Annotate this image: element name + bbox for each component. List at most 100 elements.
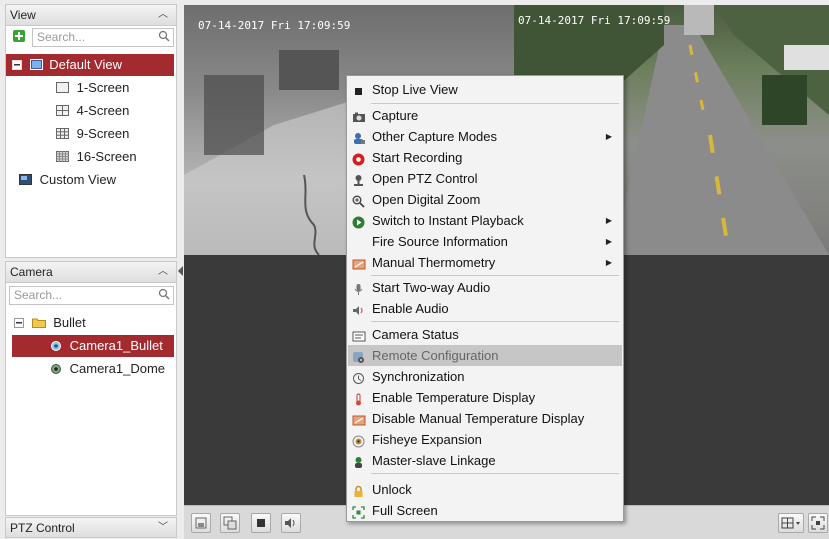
search-icon[interactable]: [158, 30, 170, 42]
temp-display-icon: [352, 412, 366, 426]
menu-item-stop-live-view[interactable]: Stop Live View: [348, 79, 622, 100]
tree-item-default-view[interactable]: Default View: [6, 54, 174, 76]
menu-item-start-recording[interactable]: Start Recording: [348, 147, 622, 168]
camera-search-input[interactable]: Search...: [9, 286, 174, 305]
submenu-arrow-icon: ▶: [605, 216, 612, 225]
full-screen-button[interactable]: [808, 513, 828, 533]
menu-item-open-digital-zoom[interactable]: Open Digital Zoom: [348, 189, 622, 210]
thermometer-icon: [352, 391, 365, 406]
collapse-icon[interactable]: [14, 317, 24, 328]
menu-item-remote-configuration[interactable]: Remote Configuration: [348, 345, 622, 366]
tree-item-label: Camera1_Bullet: [69, 338, 163, 353]
video-timestamp: 07-14-2017 Fri 17:09:59: [518, 14, 671, 27]
menu-item-label: Camera Status: [372, 327, 459, 342]
ptz-icon: [352, 172, 365, 186]
menu-item-enable-audio[interactable]: Enable Audio: [348, 298, 622, 319]
tree-group-bullet[interactable]: Bullet: [14, 312, 86, 334]
menu-item-label: Enable Audio: [372, 301, 449, 316]
speaker-icon: [285, 518, 295, 528]
tree-item-label: Custom View: [39, 172, 116, 187]
menu-item-fire-source-information[interactable]: Fire Source Information ▶: [348, 231, 622, 252]
menu-item-fisheye-expansion[interactable]: Fisheye Expansion: [348, 429, 622, 450]
layout-select-button[interactable]: [778, 513, 804, 533]
menu-item-manual-thermometry[interactable]: Manual Thermometry ▶: [348, 252, 622, 273]
collapse-chevron-icon[interactable]: ︿: [158, 5, 168, 25]
menu-separator: [371, 275, 619, 276]
single-screen-icon: [56, 78, 69, 100]
camera-panel-title: Camera: [10, 265, 53, 279]
microphone-icon: [352, 281, 365, 295]
user-capture-icon: [352, 130, 365, 144]
camera-panel: Search... Bullet Camera1_Bullet Camera1_…: [5, 283, 177, 516]
mute-button[interactable]: [281, 513, 301, 533]
menu-item-label: Capture: [372, 108, 419, 123]
record-icon: [352, 151, 365, 166]
expand-chevron-icon[interactable]: ﹀: [158, 518, 168, 538]
menu-item-open-ptz-control[interactable]: Open PTZ Control: [348, 168, 622, 189]
menu-item-label: Remote Configuration: [372, 348, 499, 363]
tree-group-label: Bullet: [53, 315, 86, 330]
menu-item-switch-to-instant-playback[interactable]: Switch to Instant Playback ▶: [348, 210, 622, 231]
thermometry-icon: [352, 256, 366, 270]
folder-icon: [31, 313, 46, 335]
menu-item-label: Full Screen: [372, 503, 438, 518]
speaker-icon: [352, 302, 365, 315]
tree-item-custom-view[interactable]: Custom View: [19, 169, 116, 191]
tree-item-camera1-dome[interactable]: Camera1_Dome: [50, 358, 165, 380]
save-view-button[interactable]: [191, 513, 211, 533]
tree-item-label: 16-Screen: [76, 149, 137, 164]
custom-view-icon: [19, 170, 32, 192]
config-icon: [352, 349, 365, 363]
menu-item-master-slave-linkage[interactable]: Master-slave Linkage: [348, 450, 622, 471]
tree-item-camera1-bullet[interactable]: Camera1_Bullet: [12, 335, 174, 357]
ptz-panel-header[interactable]: PTZ Control ﹀: [5, 517, 177, 538]
tree-item-9-screen[interactable]: 9-Screen: [56, 123, 129, 145]
camera-icon: [50, 359, 63, 381]
menu-separator: [371, 321, 619, 322]
search-icon[interactable]: [158, 288, 170, 300]
menu-item-unlock[interactable]: Unlock: [348, 479, 622, 500]
menu-item-synchronization[interactable]: Synchronization: [348, 366, 622, 387]
menu-item-label: Fire Source Information: [372, 234, 508, 249]
tree-item-4-screen[interactable]: 4-Screen: [56, 100, 129, 122]
menu-item-label: Open PTZ Control: [372, 171, 478, 186]
tree-item-label: Default View: [49, 57, 122, 72]
nine-screen-icon: [56, 124, 69, 146]
tree-item-1-screen[interactable]: 1-Screen: [56, 77, 129, 99]
view-search-input[interactable]: Search...: [32, 28, 174, 47]
submenu-arrow-icon: ▶: [605, 258, 612, 267]
linkage-icon: [352, 454, 365, 468]
add-view-icon[interactable]: [12, 29, 26, 43]
tree-item-label: 9-Screen: [76, 126, 130, 141]
menu-item-other-capture-modes[interactable]: Other Capture Modes ▶: [348, 126, 622, 147]
save-as-view-button[interactable]: [220, 513, 240, 533]
context-menu: Stop Live View Capture Other Capture Mod…: [346, 75, 624, 522]
menu-item-label: Manual Thermometry: [372, 255, 496, 270]
collapse-icon[interactable]: [12, 59, 22, 70]
menu-item-capture[interactable]: Capture: [348, 105, 622, 126]
view-group-icon: [29, 55, 43, 77]
panel-splitter[interactable]: [177, 0, 184, 538]
view-panel-header[interactable]: View ︿: [5, 4, 177, 26]
menu-item-camera-status[interactable]: Camera Status: [348, 324, 622, 345]
video-timestamp: 07-14-2017 Fri 17:09:59: [198, 19, 351, 32]
stop-all-button[interactable]: [251, 513, 271, 533]
menu-item-label: Switch to Instant Playback: [372, 213, 524, 228]
collapse-chevron-icon[interactable]: ︿: [158, 262, 168, 282]
sync-icon: [352, 370, 365, 384]
menu-item-full-screen[interactable]: Full Screen: [348, 500, 622, 521]
menu-item-label: Start Recording: [372, 150, 463, 165]
menu-item-enable-temperature-display[interactable]: Enable Temperature Display: [348, 387, 622, 408]
menu-item-label: Open Digital Zoom: [372, 192, 481, 207]
menu-item-label: Enable Temperature Display: [372, 390, 536, 405]
menu-item-start-two-way-audio[interactable]: Start Two-way Audio: [348, 277, 622, 298]
playback-icon: [352, 214, 365, 229]
view-panel: Search... Default View 1-Screen 4-Screen…: [5, 26, 177, 258]
camera-panel-header[interactable]: Camera ︿: [5, 261, 177, 283]
menu-item-label: Other Capture Modes: [372, 129, 498, 144]
tree-item-16-screen[interactable]: 16-Screen: [56, 146, 137, 168]
menu-separator: [371, 473, 619, 474]
zoom-icon: [352, 193, 365, 208]
layout-grid-icon: [781, 517, 800, 529]
menu-item-disable-manual-temperature-display[interactable]: Disable Manual Temperature Display: [348, 408, 622, 429]
